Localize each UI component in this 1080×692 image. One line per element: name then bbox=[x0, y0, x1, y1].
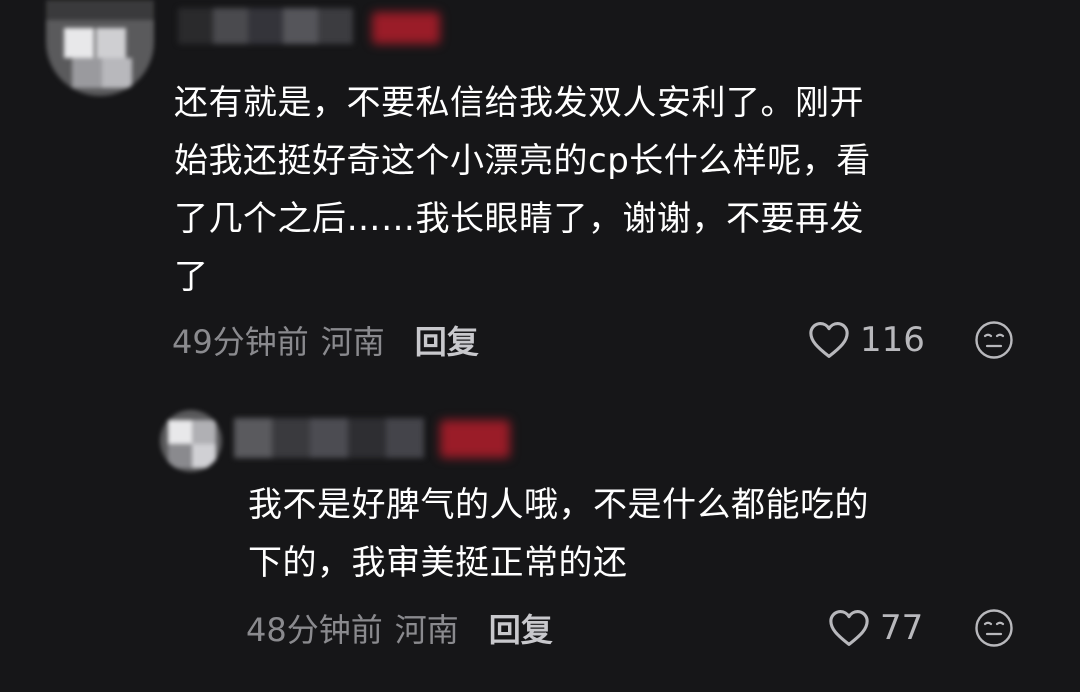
location: 河南 bbox=[394, 611, 459, 649]
comment-text: 还有就是，不要私信给我发双人安利了。刚开 始我还挺好奇这个小漂亮的cp长什么样呢… bbox=[174, 83, 871, 297]
heart-icon bbox=[829, 610, 869, 646]
user-badge-blurred bbox=[372, 12, 440, 44]
like-button[interactable]: 116 bbox=[808, 318, 925, 362]
reply-button[interactable]: 回复 bbox=[415, 317, 479, 363]
user-badge-blurred bbox=[440, 420, 510, 458]
reply-button[interactable]: 回复 bbox=[489, 605, 553, 651]
comment-text: 我不是好脾气的人哦，不是什么都能吃的 下的，我审美挺正常的还 bbox=[248, 485, 869, 583]
emoji-icon[interactable] bbox=[974, 320, 1014, 360]
timestamp: 49分钟前 bbox=[172, 323, 309, 361]
heart-icon bbox=[809, 322, 849, 358]
emoji-icon[interactable] bbox=[974, 608, 1014, 648]
username-blurred[interactable] bbox=[234, 418, 424, 458]
like-count: 116 bbox=[860, 320, 925, 360]
like-button[interactable]: 77 bbox=[828, 606, 923, 650]
location: 河南 bbox=[320, 323, 385, 361]
avatar[interactable] bbox=[46, 0, 154, 96]
comment-meta: 49分钟前 河南 回复 bbox=[172, 318, 479, 362]
timestamp: 48分钟前 bbox=[246, 611, 383, 649]
username-blurred[interactable] bbox=[178, 8, 353, 44]
comment-meta: 48分钟前 河南 回复 bbox=[246, 606, 553, 650]
like-count: 77 bbox=[880, 608, 924, 648]
avatar[interactable] bbox=[160, 410, 222, 472]
